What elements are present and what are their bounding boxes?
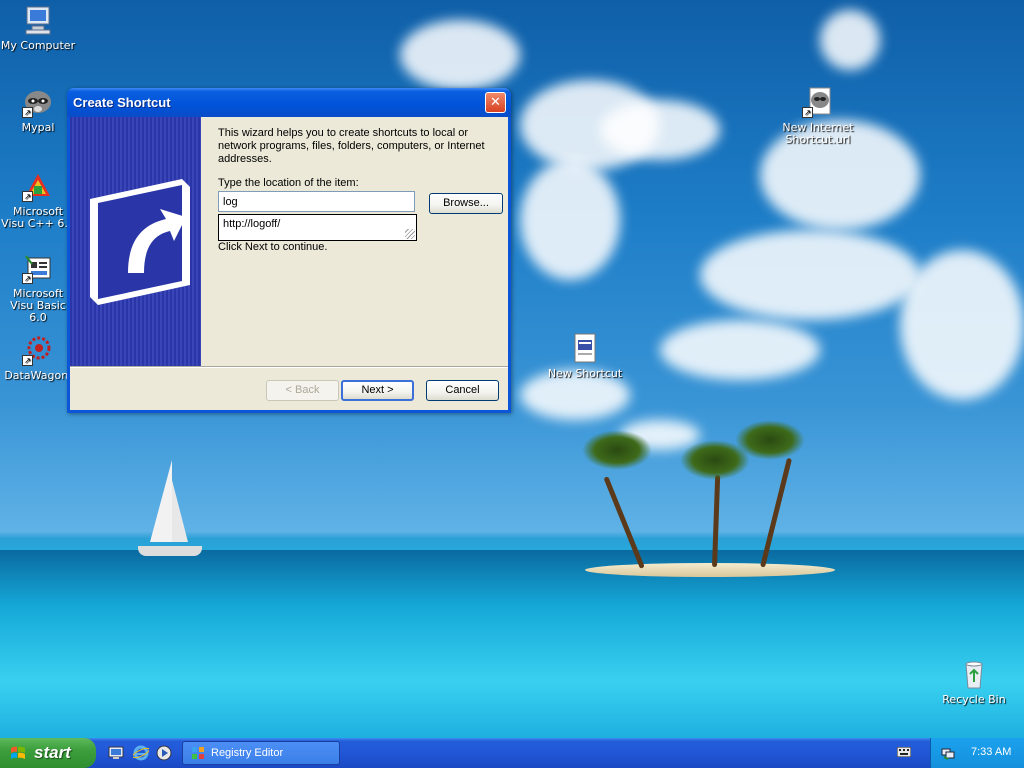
autocomplete-item[interactable]: http://logoff/ bbox=[223, 218, 280, 230]
visual-studio-icon: ↗ bbox=[22, 170, 54, 202]
registry-editor-icon bbox=[192, 747, 204, 759]
location-label: Type the location of the item: bbox=[218, 177, 359, 189]
desktop-icon-label: Mypal bbox=[21, 121, 55, 134]
sailboat-jib bbox=[172, 480, 188, 542]
back-button[interactable]: < Back bbox=[266, 380, 339, 401]
shortcut-arrow-icon: ↗ bbox=[22, 191, 33, 202]
cloud bbox=[400, 20, 520, 90]
desktop-icon-label: My Computer bbox=[0, 39, 76, 52]
cloud bbox=[900, 250, 1024, 400]
continue-hint: Click Next to continue. bbox=[218, 241, 328, 253]
clock[interactable]: 7:33 AM bbox=[971, 746, 1011, 758]
palm-fronds bbox=[735, 420, 805, 460]
document-icon bbox=[569, 332, 601, 364]
desktop-icon-datawagon[interactable]: ↗ DataWagon. bbox=[0, 334, 76, 382]
network-icon[interactable] bbox=[941, 746, 955, 760]
desktop-icon-label: New Internet Shortcut.url bbox=[782, 121, 854, 146]
autocomplete-dropdown: http://logoff/ bbox=[218, 214, 417, 241]
taskbar: start Registry Editor 7:33 AM bbox=[0, 738, 1024, 768]
cloud bbox=[820, 10, 880, 70]
wizard-content: This wizard helps you to create shortcut… bbox=[201, 117, 508, 366]
windows-logo-icon bbox=[11, 746, 25, 759]
taskbar-button-label: Registry Editor bbox=[211, 747, 284, 759]
desktop-icon-label: Microsoft Visu C++ 6.0 bbox=[1, 205, 75, 230]
desktop-icon-label: New Shortcut bbox=[547, 367, 623, 380]
media-player-icon[interactable] bbox=[156, 745, 172, 761]
palm-fronds bbox=[582, 430, 652, 470]
cloud bbox=[600, 100, 720, 160]
next-button[interactable]: Next > bbox=[341, 380, 414, 401]
desktop-icon-label: DataWagon. bbox=[4, 369, 72, 382]
raccoon-icon: ↗ bbox=[22, 86, 54, 118]
datawagon-icon: ↗ bbox=[22, 334, 54, 366]
wizard-intro-text: This wizard helps you to create shortcut… bbox=[218, 127, 485, 165]
cloud bbox=[700, 230, 920, 320]
close-button[interactable]: ✕ bbox=[485, 92, 506, 113]
recycle-bin-icon bbox=[958, 658, 990, 690]
location-input[interactable] bbox=[218, 191, 415, 212]
dialog-separator bbox=[70, 366, 508, 368]
shortcut-arrow-icon bbox=[90, 179, 190, 305]
raccoon-icon: ↗ bbox=[802, 86, 834, 118]
show-desktop-icon[interactable] bbox=[108, 745, 124, 761]
cloud bbox=[660, 320, 820, 380]
desktop-icon-new-shortcut[interactable]: New Shortcut bbox=[547, 332, 623, 380]
visual-basic-icon: ↗ bbox=[22, 252, 54, 284]
internet-explorer-icon[interactable] bbox=[133, 745, 149, 761]
desktop-icon-new-internet-shortcut[interactable]: ↗ New Internet Shortcut.url bbox=[780, 86, 856, 146]
sailboat-sail bbox=[150, 460, 172, 542]
shortcut-arrow-icon: ↗ bbox=[802, 107, 813, 118]
shortcut-arrow-icon: ↗ bbox=[22, 107, 33, 118]
start-button[interactable]: start bbox=[0, 738, 96, 768]
desktop-icon-vc6[interactable]: ↗ Microsoft Visu C++ 6.0 bbox=[0, 170, 76, 230]
computer-icon bbox=[22, 4, 54, 36]
desktop-icon-my-computer[interactable]: My Computer bbox=[0, 4, 76, 52]
desktop-icon-mypal[interactable]: ↗ Mypal bbox=[0, 86, 76, 134]
desktop-icon-vb6[interactable]: ↗ Microsoft Visu Basic 6.0 bbox=[0, 252, 76, 324]
sailboat-hull bbox=[138, 546, 202, 556]
cloud bbox=[520, 160, 620, 280]
start-label: start bbox=[34, 743, 71, 762]
shortcut-arrow-icon: ↗ bbox=[22, 355, 33, 366]
dialog-title: Create Shortcut bbox=[73, 95, 171, 110]
system-tray: 7:33 AM bbox=[930, 738, 1024, 768]
sea bbox=[0, 550, 1024, 738]
browse-button[interactable]: Browse... bbox=[429, 193, 503, 214]
desktop-icon-label: Recycle Bin bbox=[942, 693, 1006, 706]
cancel-button[interactable]: Cancel bbox=[426, 380, 499, 401]
create-shortcut-dialog: Create Shortcut ✕ This wizard helps you … bbox=[67, 88, 511, 413]
taskbar-button-registry-editor[interactable]: Registry Editor bbox=[182, 741, 340, 765]
shortcut-arrow-icon: ↗ bbox=[22, 273, 33, 284]
desktop-icon-label: Microsoft Visu Basic 6.0 bbox=[10, 287, 66, 324]
keyboard-icon[interactable] bbox=[897, 747, 911, 757]
dialog-client: This wizard helps you to create shortcut… bbox=[70, 117, 508, 410]
resize-grip-icon[interactable] bbox=[405, 229, 415, 239]
island bbox=[585, 563, 835, 577]
wizard-banner bbox=[70, 117, 201, 366]
dialog-title-bar[interactable]: Create Shortcut ✕ bbox=[67, 88, 511, 117]
desktop-icon-recycle-bin[interactable]: Recycle Bin bbox=[936, 658, 1012, 706]
